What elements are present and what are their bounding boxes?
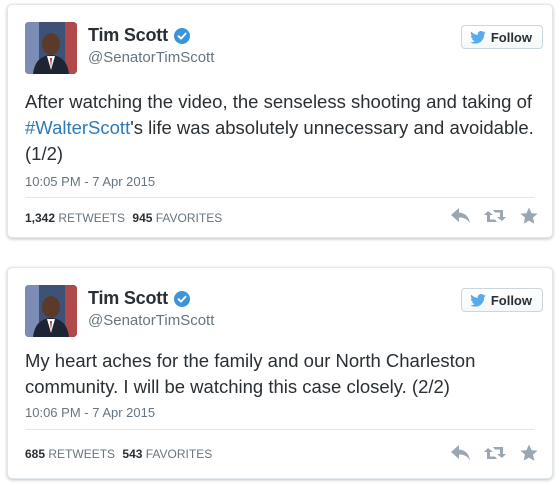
hashtag-link[interactable]: #WalterScott: [25, 117, 130, 138]
author-name[interactable]: Tim Scott: [88, 288, 168, 309]
favorite-count[interactable]: 543: [122, 447, 142, 461]
tweet-stats: 685 RETWEETS 543 FAVORITES: [25, 447, 212, 461]
reply-icon[interactable]: [450, 206, 472, 226]
author-name[interactable]: Tim Scott: [88, 25, 168, 46]
tweet-timestamp[interactable]: 10:06 PM - 7 Apr 2015: [25, 405, 155, 420]
author-row: Tim Scott: [88, 25, 190, 46]
tweet-stats: 1,342 RETWEETS 945 FAVORITES: [25, 211, 222, 225]
favorite-count[interactable]: 945: [132, 211, 152, 225]
favorite-star-icon[interactable]: [518, 206, 540, 226]
retweet-count[interactable]: 1,342: [25, 211, 55, 225]
tweet-text: My heart aches for the family and our No…: [25, 348, 535, 400]
tweet-text-part: My heart aches for the family and our No…: [25, 350, 476, 397]
retweets-label: RETWEETS: [48, 447, 116, 461]
retweet-icon[interactable]: [484, 206, 506, 226]
twitter-bird-icon: [470, 293, 486, 307]
divider: [25, 429, 535, 430]
tweet-actions: [450, 443, 540, 463]
tweet-timestamp[interactable]: 10:05 PM - 7 Apr 2015: [25, 174, 155, 189]
tweet-text-part: After watching the video, the senseless …: [25, 91, 533, 112]
avatar[interactable]: [25, 22, 77, 74]
tweet-actions: [450, 206, 540, 226]
favorites-label: FAVORITES: [145, 447, 213, 461]
retweet-icon[interactable]: [484, 443, 506, 463]
divider: [25, 197, 535, 198]
retweets-label: RETWEETS: [58, 211, 126, 225]
follow-button[interactable]: Follow: [460, 288, 543, 312]
avatar[interactable]: [25, 285, 77, 337]
twitter-bird-icon: [470, 30, 486, 44]
reply-icon[interactable]: [450, 443, 472, 463]
author-handle[interactable]: @SenatorTimScott: [88, 49, 214, 66]
favorites-label: FAVORITES: [155, 211, 223, 225]
retweet-count[interactable]: 685: [25, 447, 45, 461]
tweet-card: Tim Scott @SenatorTimScott Follow After …: [7, 4, 553, 238]
author-handle[interactable]: @SenatorTimScott: [88, 312, 214, 329]
follow-button[interactable]: Follow: [460, 25, 543, 49]
tweet-card: Tim Scott @SenatorTimScott Follow My hea…: [7, 267, 553, 479]
tweet-text: After watching the video, the senseless …: [25, 89, 535, 167]
follow-label: Follow: [490, 29, 532, 45]
verified-badge-icon: [173, 27, 190, 44]
follow-label: Follow: [490, 292, 532, 308]
verified-badge-icon: [173, 290, 190, 307]
author-row: Tim Scott: [88, 288, 190, 309]
favorite-star-icon[interactable]: [518, 443, 540, 463]
